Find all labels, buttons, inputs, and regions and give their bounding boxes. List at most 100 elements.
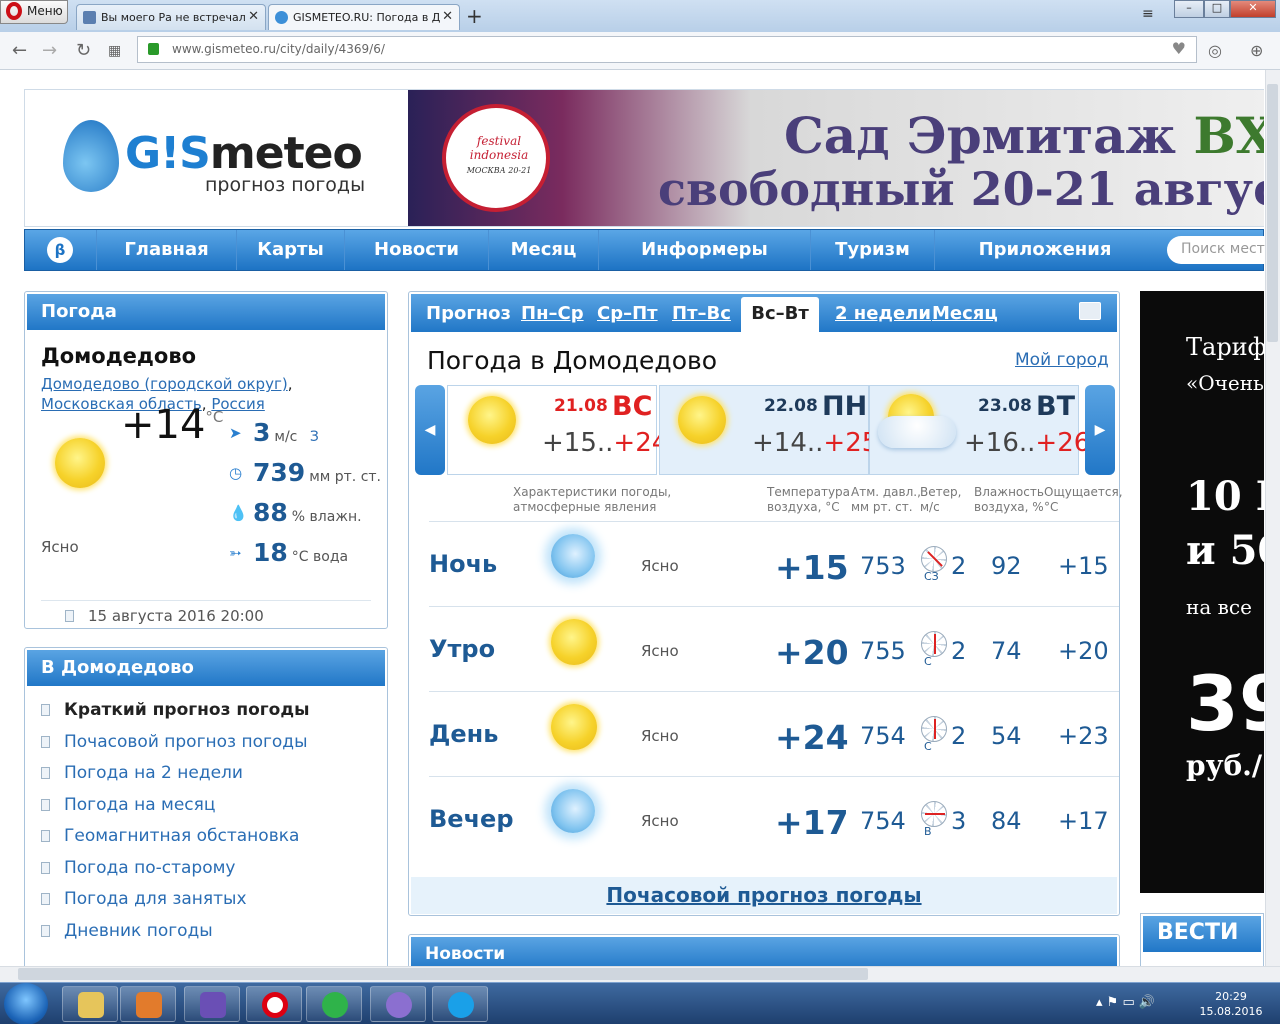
menu-item[interactable]: Краткий прогноз погоды (41, 700, 309, 720)
menu-item[interactable]: Дневник погоды (41, 921, 213, 941)
row-wind: 2 (951, 552, 967, 580)
nav-informers[interactable]: Информеры (599, 230, 811, 270)
row-pressure: 754 (860, 722, 906, 750)
opera-menu-button[interactable]: Меню (0, 0, 68, 24)
bookmark-heart-icon[interactable]: ♥ (1172, 39, 1186, 58)
day-date: 22.08 (764, 396, 818, 416)
prev-days-arrow-icon[interactable]: ◀ (415, 385, 445, 475)
system-tray[interactable]: ▴ ⚑ ▭ 🔊 (1096, 995, 1155, 1010)
back-icon[interactable]: ← (12, 40, 27, 61)
menu-item-label: Геомагнитная обстановка (64, 826, 300, 846)
tab-music[interactable]: Вы моего Ра не встречал ✕ (76, 4, 266, 30)
maximize-button[interactable]: □ (1204, 0, 1230, 18)
site-logo[interactable]: G!Smeteo прогноз погоды (25, 90, 408, 226)
humidity-unit: % влажн. (291, 509, 362, 525)
updated-time: 15 августа 2016 20:00 (41, 600, 371, 625)
link-district[interactable]: Домодедово (городской округ) (41, 375, 288, 393)
speed-dial-icon[interactable]: ▦ (108, 43, 121, 59)
opera-taskbar-button[interactable] (246, 986, 302, 1022)
nav-maps[interactable]: Карты (237, 230, 345, 270)
tab-wed-fri[interactable]: Ср–Пт (597, 303, 658, 324)
tab-menu-icon[interactable]: ≡ (1142, 6, 1154, 22)
menu-item[interactable]: Погода на 2 недели (41, 763, 243, 783)
document-icon (41, 704, 50, 716)
explorer-taskbar-button[interactable] (62, 986, 118, 1022)
row-wind: 2 (951, 637, 967, 665)
menu-item[interactable]: Геомагнитная обстановка (41, 826, 299, 846)
forecast-panel: Прогноз Пн–Ср Ср–Пт Пт–Вс Вс–Вт 2 недели… (408, 291, 1123, 916)
document-icon (41, 799, 50, 811)
day-card[interactable]: 21.08 ВС +15..+24 (447, 385, 668, 475)
day-temps: +14..+25 (752, 428, 879, 458)
nav-main[interactable]: Главная (97, 230, 237, 270)
wind-arrow-icon: ➤ (229, 424, 242, 442)
close-tab-icon[interactable]: ✕ (442, 9, 453, 24)
forecast-row-morning: Утро Ясно +20 755 С 2 74 +20 (429, 606, 1119, 691)
day-card[interactable]: 22.08 ПН +14..+25 (659, 385, 878, 475)
vpn-icon[interactable]: ◎ (1208, 41, 1222, 60)
tab-title: Вы моего Ра не встречал (101, 11, 246, 24)
mail-taskbar-button[interactable] (306, 986, 362, 1022)
side-ad[interactable]: Тариф «Очень 10 Г и 50 на все 39 руб./ (1140, 291, 1264, 893)
my-city-link[interactable]: Мой город (1015, 350, 1109, 370)
app-swirl-icon (386, 992, 412, 1018)
close-window-button[interactable]: ✕ (1230, 0, 1276, 18)
menu-item[interactable]: Погода на месяц (41, 795, 215, 815)
search-input[interactable]: Поиск мест (1167, 236, 1265, 264)
vesti-panel[interactable]: ВЕСТИ (1140, 913, 1264, 966)
tab-month[interactable]: Месяц (932, 303, 998, 324)
nav-tourism[interactable]: Туризм (811, 230, 935, 270)
menu-item[interactable]: Погода для занятых (41, 889, 247, 909)
media-player-taskbar-button[interactable] (120, 986, 176, 1022)
horizontal-scroll-thumb[interactable] (18, 968, 868, 980)
reload-icon[interactable]: ↻ (76, 40, 91, 61)
day-min: +16 (964, 428, 1019, 458)
next-days-arrow-icon[interactable]: ▶ (1085, 385, 1115, 475)
tab-2-weeks[interactable]: 2 недели (835, 303, 931, 324)
row-feels-like: +23 (1058, 722, 1109, 750)
banner-line-1-text: Сад Эрмитаж (784, 106, 1177, 165)
tab-gismeteo[interactable]: GISMETEO.RU: Погода в Д ✕ (268, 4, 460, 30)
visual-studio-icon (200, 992, 226, 1018)
hourly-forecast-link[interactable]: Почасовой прогноз погоды (411, 877, 1117, 914)
skype-taskbar-button[interactable] (432, 986, 488, 1022)
menu-item[interactable]: Почасовой прогноз погоды (41, 732, 308, 752)
row-period: Ночь (429, 550, 498, 578)
new-tab-button[interactable]: + (466, 4, 483, 28)
url-input[interactable]: www.gismeteo.ru/city/daily/4369/6/ ♥ (137, 36, 1197, 63)
row-period: Утро (429, 635, 496, 663)
day-date: 21.08 (554, 396, 608, 416)
nav-month[interactable]: Месяц (489, 230, 599, 270)
day-date: 23.08 (978, 396, 1032, 416)
day-card[interactable]: 23.08 ВТ +16..+26 (869, 385, 1090, 475)
taskbar-clock[interactable]: 20:29 15.08.2016 (1196, 989, 1266, 1019)
ad-banner[interactable]: festival indonesia МОСКВА 20-21 Сад Эрмит… (408, 90, 1264, 226)
tab-mon-wed[interactable]: Пн–Ср (521, 303, 584, 324)
wind-rose-icon (921, 546, 947, 572)
day-temps: +15..+24 (542, 428, 669, 458)
nav-apps[interactable]: Приложения (935, 230, 1155, 270)
panel-title: В Домодедово (27, 650, 385, 686)
forward-icon[interactable]: → (42, 40, 57, 61)
row-condition: Ясно (641, 812, 679, 830)
menu-item[interactable]: Погода по-старому (41, 858, 236, 878)
minimize-button[interactable]: – (1174, 0, 1204, 18)
vs-taskbar-button[interactable] (184, 986, 240, 1022)
opera-logo-icon (6, 2, 22, 20)
vertical-scroll-thumb[interactable] (1267, 84, 1278, 342)
tab-sun-tue[interactable]: Вс–Вт (741, 297, 819, 332)
start-button[interactable] (4, 983, 48, 1024)
sun-icon (551, 704, 597, 750)
wind-rose-icon (921, 801, 947, 827)
app-taskbar-button[interactable] (370, 986, 426, 1022)
pressure-value: 739 (253, 458, 306, 487)
menu-item-label: Погода на месяц (64, 795, 216, 815)
print-icon[interactable] (1079, 302, 1101, 320)
tab-fri-sun[interactable]: Пт–Вс (672, 303, 731, 324)
beta-button[interactable]: β (25, 230, 97, 270)
nav-news[interactable]: Новости (345, 230, 489, 270)
close-tab-icon[interactable]: ✕ (248, 9, 259, 24)
menu-item-label: Краткий прогноз погоды (64, 700, 310, 720)
row-temp: +20 (775, 633, 849, 672)
download-icon[interactable]: ⊕ (1250, 41, 1263, 60)
